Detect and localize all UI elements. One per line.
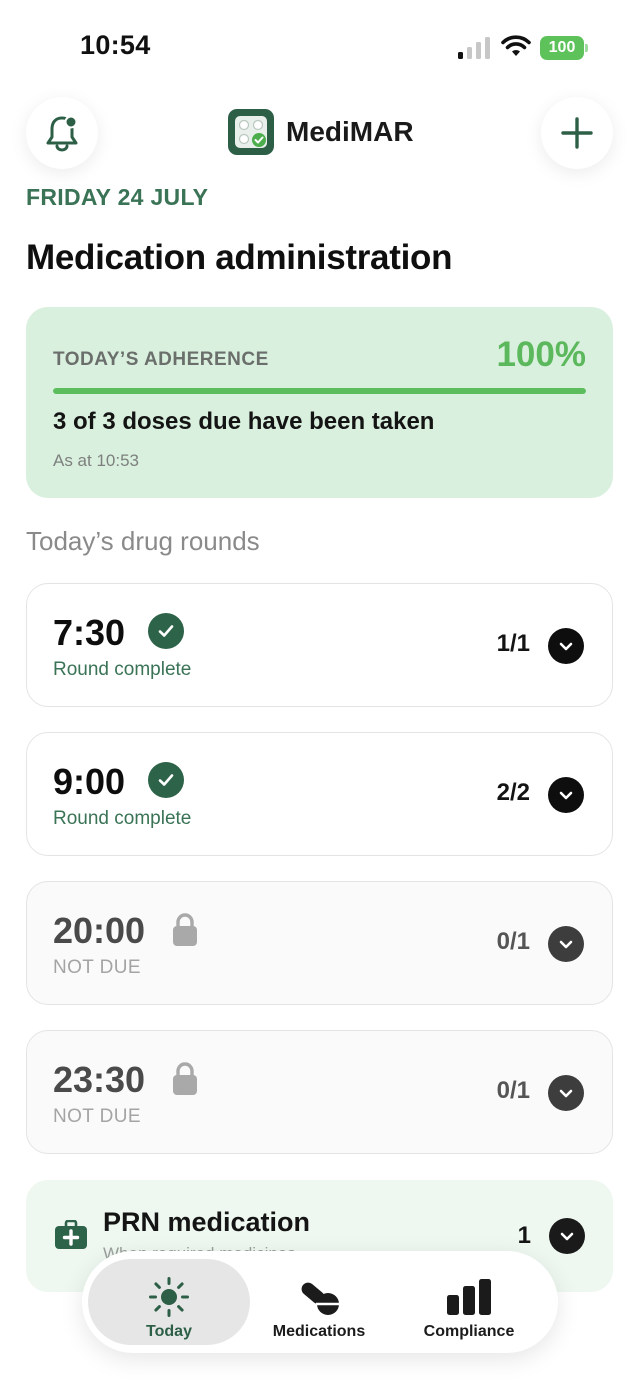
battery-icon: 100 — [540, 36, 588, 60]
round-status: NOT DUE — [53, 1106, 141, 1127]
round-time: 7:30 — [53, 612, 126, 653]
date-label: FRIDAY 24 JULY — [26, 184, 209, 210]
tab-compliance[interactable]: Compliance — [388, 1259, 550, 1345]
app-name: MediMAR — [286, 116, 414, 147]
round-card-2330[interactable]: 23:30 NOT DUE 0/1 — [26, 1030, 613, 1154]
wifi-icon — [501, 35, 531, 56]
round-time: 23:30 — [53, 1059, 146, 1100]
round-status: Round complete — [53, 808, 192, 829]
bell-icon — [46, 115, 78, 152]
round-card-0900[interactable]: 9:00 Round complete 2/2 — [26, 732, 613, 856]
chevron-down-icon[interactable] — [548, 1075, 584, 1111]
lock-icon — [173, 1062, 197, 1095]
adherence-progress-bar — [53, 388, 586, 394]
prn-count: 1 — [517, 1222, 531, 1249]
tab-medications[interactable]: Medications — [238, 1259, 400, 1345]
round-count: 2/2 — [496, 779, 530, 806]
tab-label: Compliance — [423, 1323, 515, 1340]
adherence-card: TODAY’S ADHERENCE 100% 3 of 3 doses due … — [26, 307, 613, 498]
bar-chart-icon — [447, 1279, 491, 1315]
adherence-timestamp: As at 10:53 — [53, 451, 140, 470]
chevron-down-icon[interactable] — [549, 1218, 585, 1254]
plus-icon — [561, 117, 593, 149]
round-time: 9:00 — [53, 761, 126, 802]
round-card-0730[interactable]: 7:30 Round complete 1/1 — [26, 583, 613, 707]
sun-icon — [149, 1277, 189, 1317]
adherence-percent: 100% — [496, 335, 586, 374]
notifications-button[interactable] — [26, 97, 98, 169]
adherence-label: TODAY’S ADHERENCE — [53, 349, 269, 370]
screen: 10:54 100 MediMAR FRIDAY 24 JULY Medicat… — [0, 0, 639, 1387]
page-title: Medication administration — [26, 238, 453, 277]
tab-bar: Today Medications Compliance — [82, 1251, 558, 1353]
prn-title: PRN medication — [103, 1207, 311, 1237]
chevron-down-icon[interactable] — [548, 628, 584, 664]
chevron-down-icon[interactable] — [548, 926, 584, 962]
app-brand: MediMAR — [228, 108, 414, 156]
chevron-down-icon[interactable] — [548, 777, 584, 813]
section-title: Today’s drug rounds — [26, 526, 260, 556]
round-count: 0/1 — [496, 928, 530, 955]
adherence-summary: 3 of 3 doses due have been taken — [53, 408, 435, 435]
signal-icon — [458, 37, 490, 59]
check-icon — [148, 613, 184, 649]
round-card-2000[interactable]: 20:00 NOT DUE 0/1 — [26, 881, 613, 1005]
lock-icon — [173, 913, 197, 946]
first-aid-kit-icon — [55, 1220, 87, 1249]
tab-today[interactable]: Today — [88, 1259, 250, 1345]
pills-icon — [301, 1282, 340, 1315]
adherence-progress-fill — [53, 388, 586, 394]
app-logo-icon — [228, 109, 274, 155]
round-time: 20:00 — [53, 910, 146, 951]
add-button[interactable] — [541, 97, 613, 169]
battery-level: 100 — [548, 39, 576, 56]
tab-label: Today — [146, 1323, 192, 1340]
round-count: 0/1 — [496, 1077, 530, 1104]
status-time: 10:54 — [80, 30, 151, 60]
round-status: Round complete — [53, 659, 192, 680]
check-icon — [148, 762, 184, 798]
round-count: 1/1 — [496, 630, 530, 657]
round-status: NOT DUE — [53, 957, 141, 978]
tab-label: Medications — [272, 1323, 366, 1340]
